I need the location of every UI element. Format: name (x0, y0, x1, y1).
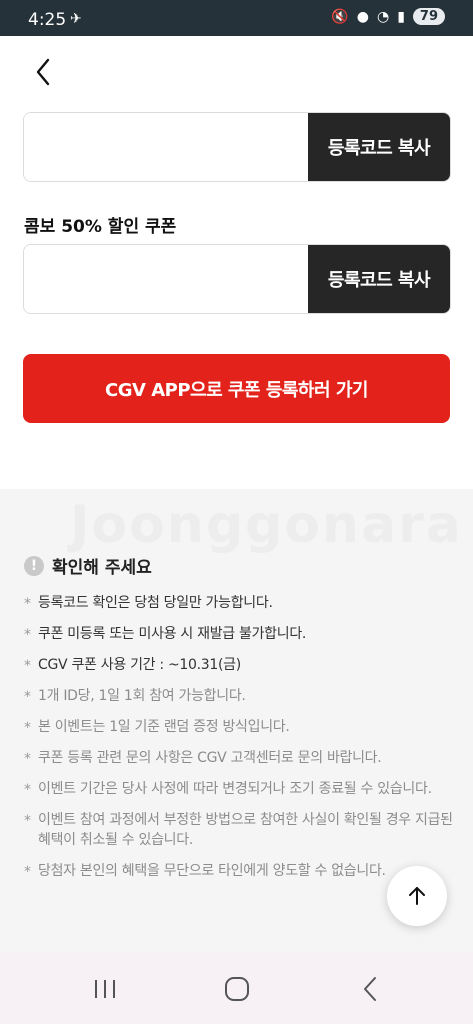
home-icon (225, 977, 249, 1001)
scroll-to-top-button[interactable] (387, 866, 447, 926)
recent-apps-button[interactable] (85, 974, 125, 1004)
notice-item: 당첨자 본인의 혜택을 무단으로 타인에게 양도할 수 없습니다. (24, 861, 454, 882)
system-back-button[interactable] (350, 974, 390, 1004)
back-button[interactable] (30, 56, 58, 88)
notification-icon: ✈ (70, 11, 82, 27)
coupon-code-field[interactable] (24, 245, 309, 313)
notice-item: CGV 쿠폰 사용 기간 : ~10.31(금) (24, 655, 454, 676)
wifi-icon: ◔ (376, 8, 390, 25)
notice-item: 1개 ID당, 1일 1회 참여 가능합니다. (24, 686, 454, 707)
recent-apps-icon (95, 980, 115, 998)
exclamation-icon: ! (24, 555, 44, 576)
notice-item: 이벤트 참여 과정에서 부정한 방법으로 참여한 사실이 확인될 경우 지급된 … (24, 810, 454, 850)
copy-code-button[interactable]: 등록코드 복사 (308, 113, 450, 181)
notice-header: ! 확인해 주세요 (24, 553, 152, 578)
status-icons: 🔇 ● ◔ ▮ 79 (331, 8, 445, 25)
notice-title: 확인해 주세요 (52, 558, 152, 578)
notice-item: 쿠폰 미등록 또는 미사용 시 재발급 불가합니다. (24, 624, 454, 645)
register-coupon-button[interactable]: CGV APP으로 쿠폰 등록하러 가기 (23, 354, 450, 423)
back-icon (364, 977, 376, 1001)
status-bar: 4:25 ✈ 🔇 ● ◔ ▮ 79 (0, 0, 473, 36)
mute-icon: 🔇 (331, 8, 349, 25)
notice-item: 이벤트 기간은 당사 사정에 따라 변경되거나 조기 종료될 수 있습니다. (24, 779, 454, 800)
coupon-title: 콤보 50% 할인 쿠폰 (24, 217, 177, 237)
notice-item: 쿠폰 등록 관련 문의 사항은 CGV 고객센터로 문의 바랍니다. (24, 748, 454, 769)
battery-indicator: 79 (412, 8, 445, 25)
copy-code-button[interactable]: 등록코드 복사 (308, 245, 450, 313)
chevron-left-icon (36, 58, 50, 86)
location-icon: ● (356, 8, 369, 25)
status-time: 4:25 (28, 10, 67, 30)
coupon-code-row: 등록코드 복사 (23, 244, 451, 314)
arrow-up-icon (409, 887, 425, 905)
coupon-code-row: 등록코드 복사 (23, 112, 451, 182)
coupon-code-field[interactable] (24, 113, 309, 181)
home-button[interactable] (217, 974, 257, 1004)
navigation-bar (0, 952, 473, 1024)
notice-item: 등록코드 확인은 당첨 당일만 가능합니다. (24, 593, 454, 614)
notice-list: 등록코드 확인은 당첨 당일만 가능합니다. 쿠폰 미등록 또는 미사용 시 재… (24, 593, 454, 892)
signal-icon: ▮ (397, 8, 405, 25)
watermark: Joonggonara (70, 495, 463, 555)
notice-item: 본 이벤트는 1일 기준 랜덤 증정 방식입니다. (24, 717, 454, 738)
